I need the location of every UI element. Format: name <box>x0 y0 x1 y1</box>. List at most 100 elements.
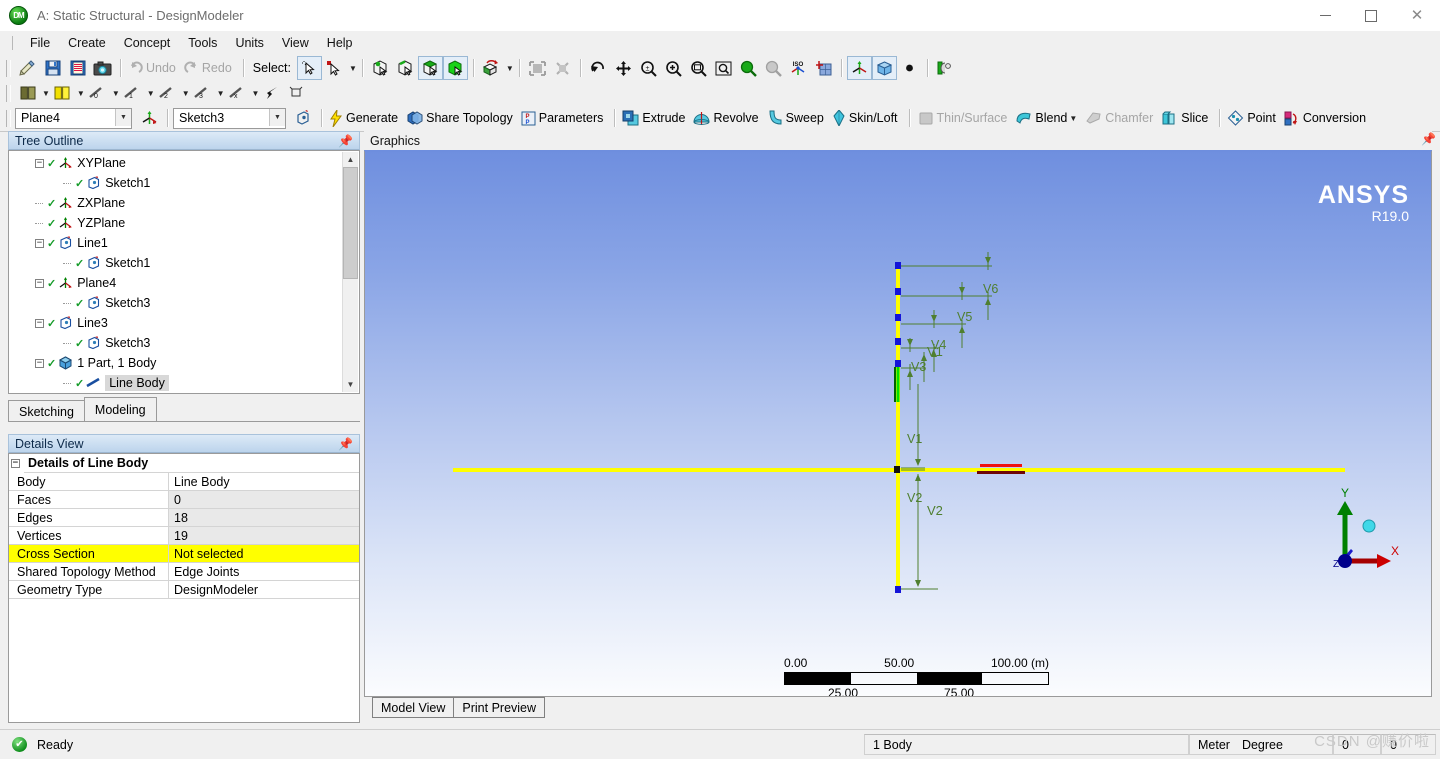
sketch-projection-icon[interactable] <box>285 82 308 104</box>
menu-concept[interactable]: Concept <box>115 33 180 53</box>
ruler-0-icon[interactable]: 0 <box>86 82 109 104</box>
details-value[interactable]: 19 <box>169 527 359 545</box>
new-sketch-icon[interactable] <box>16 57 39 79</box>
close-button[interactable]: ✕ <box>1394 0 1440 31</box>
display-points-icon[interactable] <box>898 57 921 79</box>
tree-expander[interactable]: − <box>35 278 44 288</box>
extrude-button[interactable]: Extrude <box>620 107 691 129</box>
zoom-in-icon[interactable] <box>662 57 685 79</box>
conversion-button[interactable]: Conversion <box>1282 107 1372 129</box>
details-value[interactable]: Not selected <box>169 545 359 563</box>
hide-face-icon[interactable] <box>551 57 574 79</box>
details-row[interactable]: Vertices 19 <box>9 527 359 545</box>
box-select-icon[interactable] <box>323 57 346 79</box>
details-value[interactable]: DesignModeler <box>169 581 359 599</box>
select-faces-icon[interactable] <box>417 56 443 80</box>
save-icon[interactable] <box>41 57 64 79</box>
plane-chevron-down-icon[interactable]: ▼ <box>115 108 131 126</box>
iso-view-icon[interactable]: ISO <box>787 57 810 79</box>
graphics-pin-icon[interactable]: 📌 <box>1421 132 1436 146</box>
menu-file[interactable]: File <box>21 33 59 53</box>
scroll-thumb[interactable] <box>343 167 358 279</box>
details-value[interactable]: Line Body <box>169 473 359 491</box>
scroll-down-icon[interactable]: ▼ <box>343 377 358 392</box>
select-bodies-icon[interactable] <box>442 56 468 80</box>
single-select-icon[interactable] <box>297 56 322 80</box>
zoom-icon[interactable]: ± <box>637 57 660 79</box>
minimize-button[interactable] <box>1302 0 1348 31</box>
thin-surface-button[interactable]: Thin/Surface <box>915 107 1014 129</box>
undo-button[interactable]: Undo <box>126 57 182 79</box>
plane-1-chevron-down-icon[interactable]: ▼ <box>42 89 50 98</box>
toolbar-grip[interactable] <box>6 109 11 127</box>
details-value[interactable]: 0 <box>169 491 359 509</box>
cross-section-icon[interactable] <box>934 57 957 79</box>
menu-units[interactable]: Units <box>226 33 272 53</box>
screenshot-icon[interactable] <box>91 57 114 79</box>
tree-expander[interactable]: − <box>35 358 44 368</box>
menu-help[interactable]: Help <box>318 33 362 53</box>
pan-icon[interactable] <box>612 57 635 79</box>
tree-node-line-body[interactable]: ✓ Line Body <box>9 373 339 393</box>
plane-2-chevron-down-icon[interactable]: ▼ <box>77 89 85 98</box>
slice-button[interactable]: Slice <box>1159 107 1214 129</box>
menu-create[interactable]: Create <box>59 33 115 53</box>
tree-node-sketch3[interactable]: ✓ Sketch3 <box>9 333 339 353</box>
sketch-select[interactable]: Sketch3 ▼ <box>173 107 286 129</box>
toolbar-grip[interactable] <box>6 59 11 77</box>
details-row[interactable]: Faces 0 <box>9 491 359 509</box>
box-zoom-icon[interactable] <box>687 57 710 79</box>
tree-scrollbar[interactable]: ▲ ▼ <box>342 152 358 392</box>
scroll-up-icon[interactable]: ▲ <box>343 152 358 167</box>
blend-chevron-down-icon[interactable]: ▼ <box>1069 114 1077 123</box>
details-row[interactable]: Body Line Body <box>9 473 359 491</box>
pin-icon[interactable]: 📌 <box>338 437 353 451</box>
toggle-frame-icon[interactable] <box>526 57 549 79</box>
ruler-2-chevron-down-icon[interactable]: ▼ <box>182 89 190 98</box>
display-plane-1-icon[interactable] <box>16 82 39 104</box>
sweep-button[interactable]: Sweep <box>765 107 830 129</box>
tab-model-view[interactable]: Model View <box>372 697 455 718</box>
rotate-icon[interactable] <box>587 57 610 79</box>
skin-loft-button[interactable]: Skin/Loft <box>830 107 904 129</box>
redo-button[interactable]: Redo <box>182 57 238 79</box>
zoom-out-icon[interactable] <box>762 57 785 79</box>
sketch-chevron-down-icon[interactable]: ▼ <box>269 108 285 126</box>
revolve-button[interactable]: Revolve <box>691 107 764 129</box>
zoom-to-fit-icon[interactable] <box>737 57 760 79</box>
ruler-0-chevron-down-icon[interactable]: ▼ <box>112 89 120 98</box>
ruler-x-icon[interactable]: x <box>226 82 249 104</box>
zoom-window-icon[interactable] <box>712 57 735 79</box>
new-sketch-from-plane-icon[interactable] <box>292 107 315 129</box>
menu-view[interactable]: View <box>273 33 318 53</box>
tree-expander[interactable]: − <box>35 158 44 168</box>
details-row[interactable]: Cross Section Not selected <box>9 545 359 563</box>
display-plane-2-icon[interactable] <box>51 82 74 104</box>
collapse-group-icon[interactable]: − <box>11 459 20 468</box>
details-row[interactable]: Edges 18 <box>9 509 359 527</box>
tab-modeling[interactable]: Modeling <box>83 397 157 422</box>
tab-print-preview[interactable]: Print Preview <box>453 697 546 718</box>
ruler-1-chevron-down-icon[interactable]: ▼ <box>147 89 155 98</box>
details-group-row[interactable]: − Details of Line Body <box>9 454 359 473</box>
share-topology-button[interactable]: Share Topology <box>404 107 519 129</box>
tree-node-line3[interactable]: − ✓ Line3 <box>9 313 339 333</box>
tree-node-xyplane[interactable]: − ✓ XYPlane <box>9 153 339 173</box>
save-as-icon[interactable] <box>66 57 89 79</box>
menu-tools[interactable]: Tools <box>179 33 226 53</box>
tree-node-sketch3[interactable]: ✓ Sketch3 <box>9 293 339 313</box>
maximize-button[interactable] <box>1348 0 1394 31</box>
tree-node-zxplane[interactable]: ✓ ZXPlane <box>9 193 339 213</box>
new-plane-icon[interactable] <box>138 107 161 129</box>
tree-expander[interactable]: − <box>35 238 44 248</box>
ruler-2-icon[interactable]: 2 <box>156 82 179 104</box>
extend-selection-icon[interactable] <box>480 57 503 79</box>
ruler-1-icon[interactable]: 1 <box>121 82 144 104</box>
ruler-3-chevron-down-icon[interactable]: ▼ <box>217 89 225 98</box>
select-edges-icon[interactable] <box>394 57 417 79</box>
generate-button[interactable]: Generate <box>327 107 404 129</box>
tab-sketching[interactable]: Sketching <box>8 400 85 422</box>
look-at-icon[interactable] <box>812 57 835 79</box>
pin-icon[interactable]: 📌 <box>338 134 353 148</box>
blend-button[interactable]: Blend ▼ <box>1013 107 1083 129</box>
